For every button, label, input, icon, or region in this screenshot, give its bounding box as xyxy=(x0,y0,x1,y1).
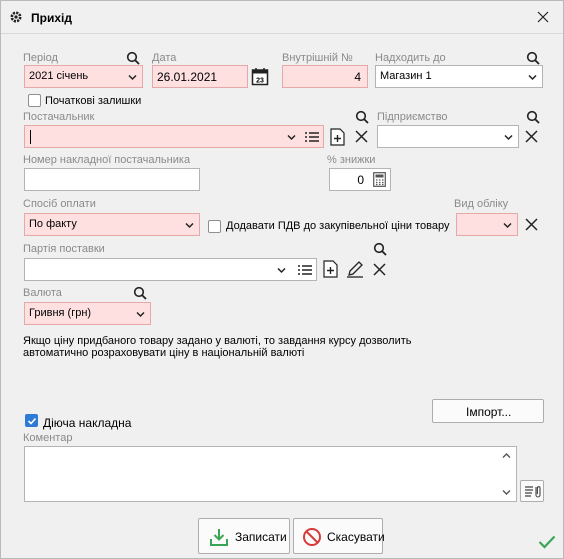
supplier-invoice-field[interactable] xyxy=(24,168,200,191)
chevron-down-icon xyxy=(528,74,537,81)
date-label: Дата xyxy=(152,52,177,64)
attach-button[interactable] xyxy=(520,480,544,502)
svg-text:23: 23 xyxy=(256,78,264,85)
gear-icon xyxy=(10,11,22,23)
currency-select[interactable]: Гривня (грн) xyxy=(24,302,151,325)
clear-icon[interactable] xyxy=(373,263,386,276)
chevron-down-icon xyxy=(128,74,137,81)
vat-label: Додавати ПДВ до закупівельної ціни товар… xyxy=(226,220,450,232)
supplier-input[interactable] xyxy=(24,125,324,148)
period-select[interactable]: 2021 січень xyxy=(24,65,143,88)
scroll-up-icon[interactable] xyxy=(502,452,511,459)
period-label: Період xyxy=(23,52,58,64)
list-icon[interactable] xyxy=(305,131,319,143)
attachment-icon xyxy=(525,486,541,498)
chevron-down-icon xyxy=(136,311,145,318)
chevron-down-icon xyxy=(504,134,513,141)
payment-label: Спосіб оплати xyxy=(23,198,96,210)
comment-textarea[interactable] xyxy=(24,446,517,502)
calendar-icon[interactable]: 23 xyxy=(251,67,269,86)
destination-label: Надходить до xyxy=(375,52,446,64)
ok-check-icon[interactable] xyxy=(538,535,556,549)
calculator-icon[interactable] xyxy=(373,172,386,187)
enterprise-select[interactable] xyxy=(377,125,519,148)
edit-pencil-icon[interactable] xyxy=(346,260,364,278)
opening-balance-label: Початкові залишки xyxy=(45,95,142,107)
search-icon[interactable] xyxy=(354,109,372,127)
currency-label: Валюта xyxy=(23,287,62,299)
opening-balance-checkbox[interactable] xyxy=(28,94,41,107)
new-document-icon[interactable] xyxy=(330,128,345,146)
currency-note-line1: Якщо ціну придбаного товару задано у вал… xyxy=(23,335,412,347)
accounting-type-label: Вид обліку xyxy=(454,198,509,210)
window-title: Прихід xyxy=(31,11,72,25)
clear-icon[interactable] xyxy=(355,130,368,143)
search-icon[interactable] xyxy=(525,109,543,127)
active-invoice-label: Діюча накладна xyxy=(43,416,132,430)
comment-label: Коментар xyxy=(23,432,73,444)
save-button[interactable]: Записати xyxy=(198,518,290,554)
clear-icon[interactable] xyxy=(525,130,538,143)
list-icon[interactable] xyxy=(298,264,312,276)
supplier-label: Постачальник xyxy=(23,111,95,123)
accounting-type-select[interactable] xyxy=(456,213,518,236)
search-icon[interactable] xyxy=(132,285,150,303)
discount-label: % знижки xyxy=(327,154,376,166)
cancel-icon xyxy=(303,528,321,546)
title-bar: Прихід xyxy=(1,1,563,34)
vat-checkbox[interactable] xyxy=(208,220,221,233)
currency-note-line2: автоматично розраховувати ціну в націона… xyxy=(23,347,305,359)
chevron-down-icon[interactable] xyxy=(287,133,296,142)
chevron-down-icon xyxy=(503,222,512,229)
batch-input[interactable] xyxy=(24,258,317,281)
chevron-down-icon xyxy=(185,222,194,229)
clear-icon[interactable] xyxy=(525,218,538,231)
text-cursor xyxy=(30,130,31,144)
destination-select[interactable]: Магазин 1 xyxy=(375,65,543,88)
close-icon[interactable] xyxy=(537,11,549,23)
payment-select[interactable]: По факту xyxy=(24,213,200,236)
scroll-down-icon[interactable] xyxy=(502,489,511,496)
search-icon[interactable] xyxy=(372,241,390,259)
import-button[interactable]: Імпорт... xyxy=(432,399,544,423)
chevron-down-icon[interactable] xyxy=(277,266,286,275)
enterprise-label: Підприємство xyxy=(377,111,448,123)
discount-field[interactable]: 0 xyxy=(329,168,391,191)
active-invoice-checkbox[interactable] xyxy=(25,414,38,427)
download-icon xyxy=(210,529,228,546)
supplier-invoice-label: Номер накладної постачальника xyxy=(23,154,191,166)
date-field[interactable]: 26.01.2021 xyxy=(152,65,248,88)
dialog-window: Прихід Період Дата Внутрішній № Надходит… xyxy=(0,0,564,559)
cancel-button[interactable]: Скасувати xyxy=(293,518,385,554)
batch-label: Партія поставки xyxy=(23,243,105,255)
check-icon xyxy=(27,417,37,425)
internal-number-field[interactable]: 4 xyxy=(282,65,368,88)
internal-number-label: Внутрішній № xyxy=(282,52,353,64)
new-document-icon[interactable] xyxy=(323,260,338,278)
